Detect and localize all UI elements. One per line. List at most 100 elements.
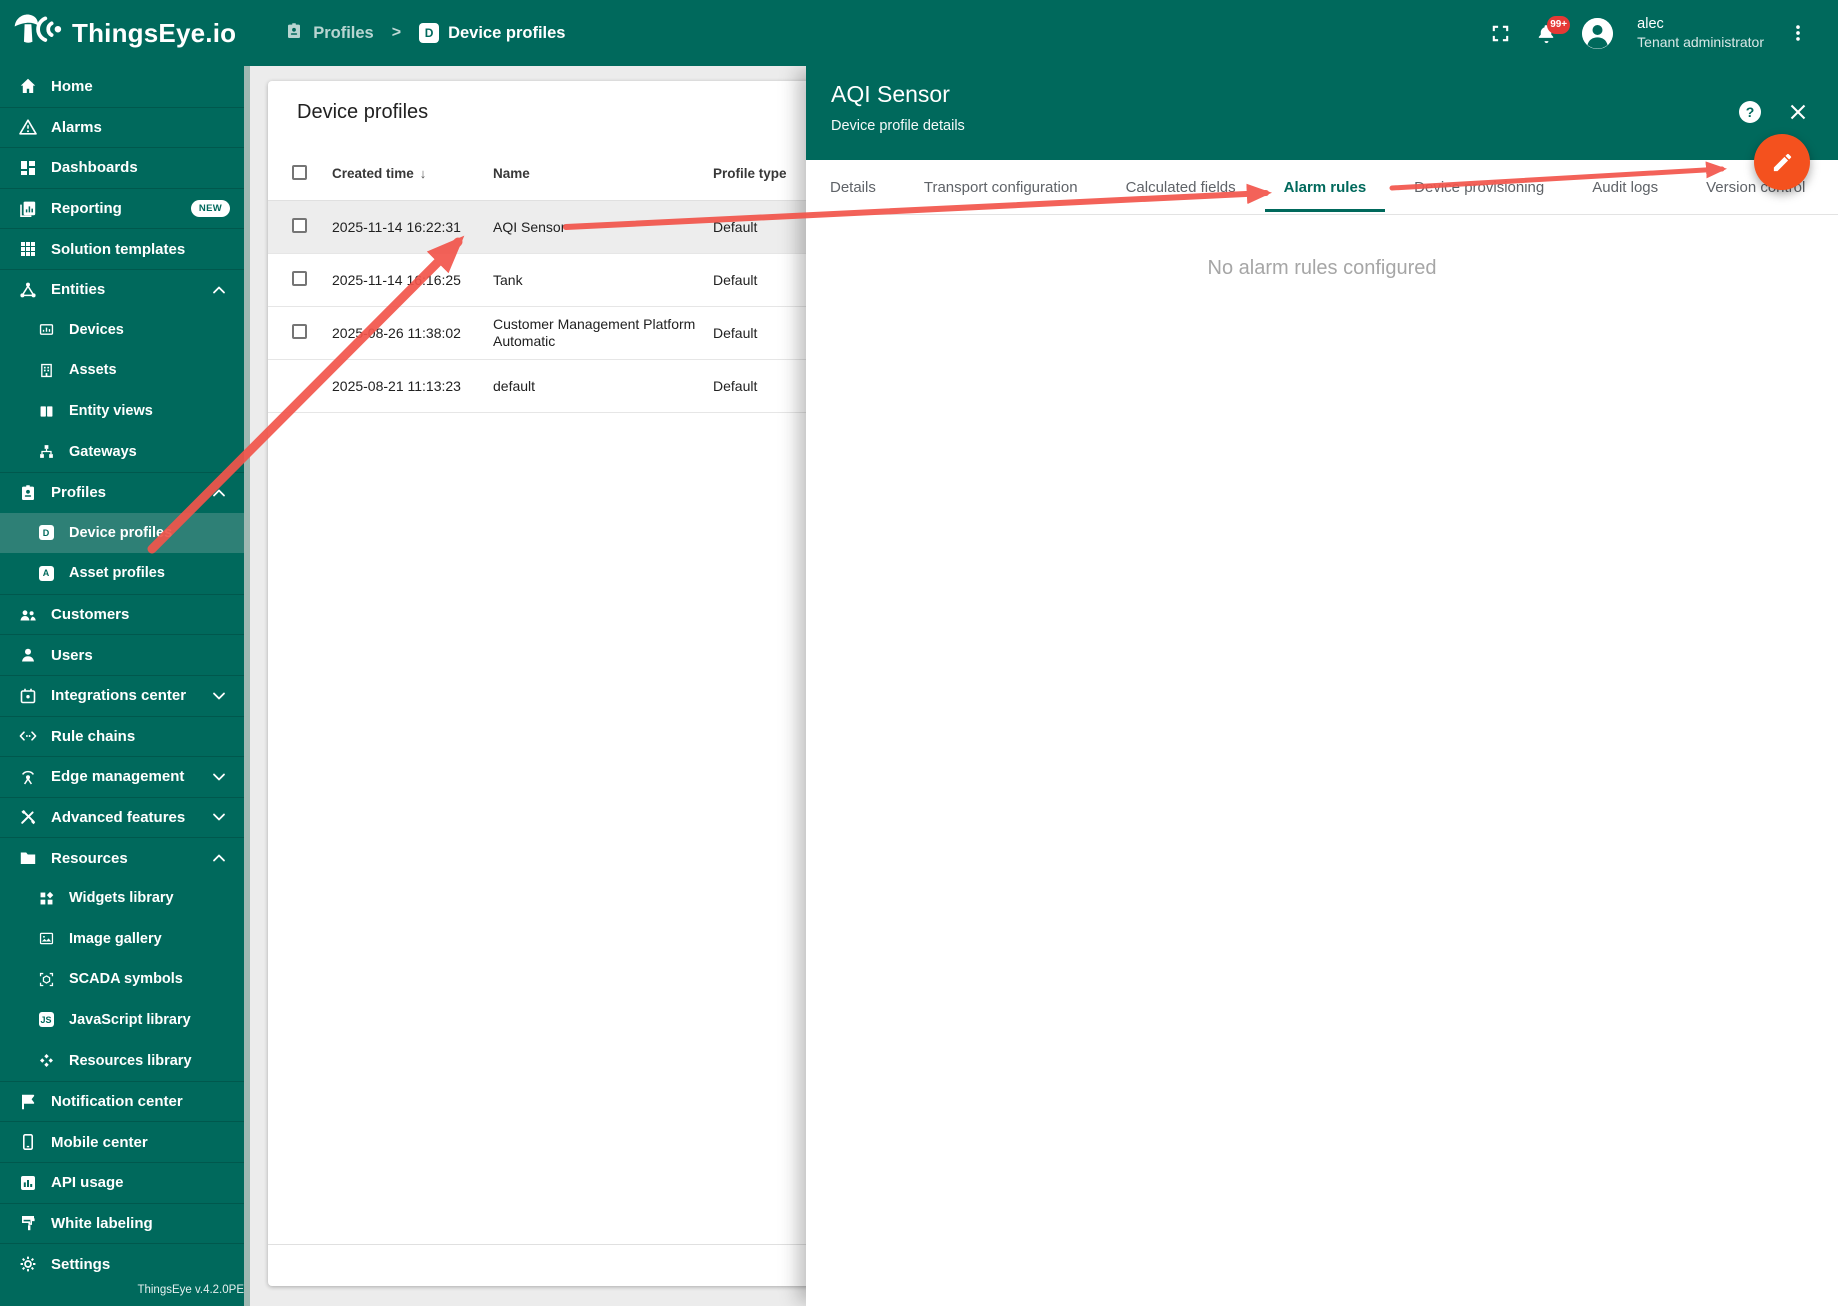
sidebar-item-label: API usage [51,1174,124,1191]
chevron-down-icon [212,811,226,823]
table-row-customer-management-platform-automatic[interactable]: 2025-08-26 11:38:02Customer Management P… [268,307,826,360]
sidebar: HomeAlarmsDashboards Reporting NEW Solution… [0,66,244,1306]
sidebar-item-javascript-library[interactable]: JSJavaScript library [0,1000,244,1041]
user-menu[interactable]: alec Tenant administrator [1637,15,1764,51]
gateways-icon [36,442,56,462]
cell-created-time: 2025-11-14 16:16:25 [332,272,493,288]
sidebar-item-widgets-library[interactable]: Widgets library [0,878,244,919]
sidebar-item-label: Edge management [51,768,184,785]
sidebar-item-white-labeling[interactable]: White labeling [0,1203,244,1244]
table-body: 2025-11-14 16:22:31AQI SensorDefault2025… [268,201,826,413]
sidebar-item-label: Device profiles [69,525,172,541]
edge-icon [18,767,38,787]
letter-A-icon: A [36,563,56,583]
logo-text: ThingsEye.io [72,18,236,49]
sidebar-item-label: Settings [51,1256,110,1273]
sidebar-item-scada-symbols[interactable]: SCADA symbols [0,959,244,1000]
sidebar-item-integrations-center[interactable]: Integrations center [0,675,244,716]
select-all-checkbox[interactable] [292,165,307,180]
res-library-icon [36,1051,56,1071]
edit-fab[interactable] [1754,134,1810,190]
sidebar-item-label: Users [51,647,93,664]
sidebar-item-mobile-center[interactable]: Mobile center [0,1121,244,1162]
customers-icon [18,605,38,625]
letter-D-icon: D [36,523,56,543]
cell-name: default [493,378,713,395]
tab-alarm-rules[interactable]: Alarm rules [1260,160,1391,214]
new-badge: NEW [191,200,230,217]
users-icon [18,645,38,665]
kebab-menu-icon[interactable] [1788,22,1808,44]
table-row-tank[interactable]: 2025-11-14 16:16:25TankDefault [268,254,826,307]
app-version: ThingsEye v.4.2.0PE [0,1284,244,1296]
table-footer [268,1244,826,1286]
fullscreen-icon[interactable] [1490,23,1511,44]
column-header-name[interactable]: Name [493,166,713,181]
chevron-up-icon [212,487,226,499]
sidebar-item-resources[interactable]: Resources [0,837,244,878]
sidebar-item-entity-views[interactable]: Entity views [0,391,244,432]
sidebar-item-label: Integrations center [51,687,186,704]
sidebar-item-advanced-features[interactable]: Advanced features [0,797,244,838]
sidebar-item-entities[interactable]: Entities [0,269,244,310]
sidebar-item-users[interactable]: Users [0,634,244,675]
tab-calculated-fields[interactable]: Calculated fields [1102,160,1260,214]
sidebar-item-reporting[interactable]: Reporting NEW [0,188,244,229]
sidebar-item-alarms[interactable]: Alarms [0,107,244,148]
sidebar-item-devices[interactable]: Devices [0,310,244,351]
sidebar-scrollbar[interactable] [244,66,250,1306]
notification-count-badge: 99+ [1547,16,1570,34]
table-row-aqi-sensor[interactable]: 2025-11-14 16:22:31AQI SensorDefault [268,201,826,254]
sidebar-item-rule-chains[interactable]: Rule chains [0,716,244,757]
sidebar-item-resources-library[interactable]: Resources library [0,1040,244,1081]
sidebar-item-notification-center[interactable]: Notification center [0,1081,244,1122]
drawer-header: AQI Sensor Device profile details ? [806,66,1838,160]
close-icon[interactable] [1788,102,1808,122]
breadcrumb-device-profiles[interactable]: D Device profiles [419,23,565,43]
notifications-icon [18,1092,38,1112]
integrations-icon [18,686,38,706]
sidebar-item-label: Asset profiles [69,565,165,581]
sidebar-item-profiles[interactable]: Profiles [0,472,244,513]
breadcrumb-profiles[interactable]: Profiles [284,21,374,46]
sidebar-item-home[interactable]: Home [0,66,244,107]
user-role: Tenant administrator [1637,33,1764,51]
column-header-created-time[interactable]: Created time ↓ [332,166,493,181]
avatar[interactable] [1582,18,1613,49]
devices-icon [36,320,56,340]
sidebar-item-api-usage[interactable]: API usage [0,1162,244,1203]
sidebar-item-customers[interactable]: Customers [0,594,244,635]
sidebar-item-edge-management[interactable]: Edge management [0,756,244,797]
alarm-rules-panel: No alarm rules configured [806,215,1838,280]
sidebar-item-device-profiles[interactable]: D Device profiles [0,513,244,554]
chevron-up-icon [212,852,226,864]
sidebar-item-label: Gateways [69,444,137,460]
assets-icon [36,360,56,380]
sidebar-item-label: Entity views [69,403,153,419]
sidebar-item-label: Resources library [69,1053,192,1069]
sidebar-item-image-gallery[interactable]: Image gallery [0,918,244,959]
cell-name: Tank [493,272,713,289]
sidebar-item-solution-templates[interactable]: Solution templates [0,228,244,269]
logo-icon [12,9,66,58]
reporting-icon [18,199,38,219]
tab-transport-configuration[interactable]: Transport configuration [900,160,1102,214]
sidebar-item-settings[interactable]: Settings [0,1243,244,1284]
sidebar-item-dashboards[interactable]: Dashboards [0,147,244,188]
tab-details[interactable]: Details [806,160,900,214]
sidebar-item-gateways[interactable]: Gateways [0,431,244,472]
notifications-bell-icon[interactable]: 99+ [1535,22,1558,45]
sort-desc-icon: ↓ [420,166,427,181]
sidebar-item-label: Reporting [51,200,122,217]
app-logo[interactable]: ThingsEye.io [0,9,236,58]
tab-device-provisioning[interactable]: Device provisioning [1390,160,1568,214]
help-icon[interactable]: ? [1739,101,1761,123]
sidebar-item-asset-profiles[interactable]: A Asset profiles [0,553,244,594]
row-checkbox[interactable] [292,324,307,339]
sidebar-item-assets[interactable]: Assets [0,350,244,391]
profiles-badge-icon [284,21,304,46]
row-checkbox[interactable] [292,218,307,233]
table-row-default[interactable]: 2025-08-21 11:13:23defaultDefault [268,360,826,413]
row-checkbox[interactable] [292,271,307,286]
tab-audit-logs[interactable]: Audit logs [1568,160,1682,214]
